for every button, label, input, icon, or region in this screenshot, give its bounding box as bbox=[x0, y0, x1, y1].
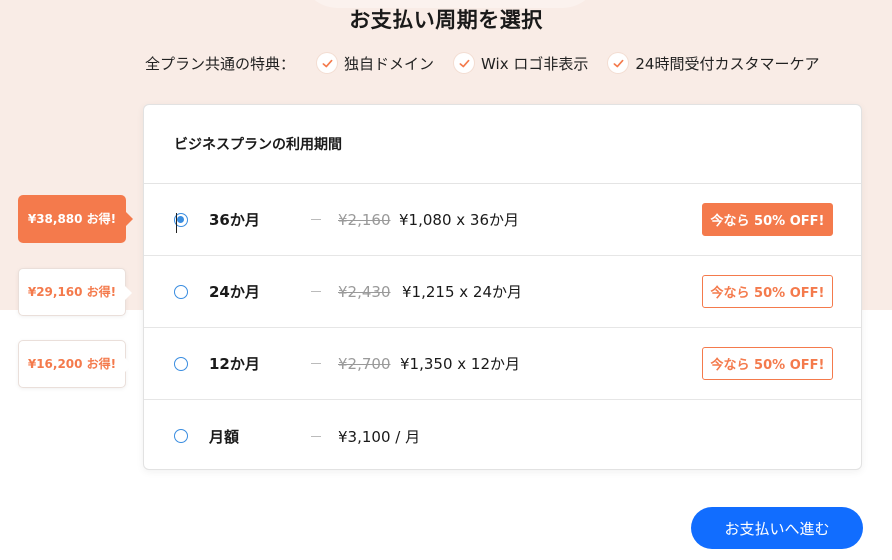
new-price: ¥1,350 x 12か月 bbox=[400, 355, 520, 373]
old-price: ¥2,700 bbox=[338, 354, 391, 373]
radio-24-months[interactable] bbox=[174, 284, 188, 299]
benefit-label: Wix ロゴ非表示 bbox=[481, 54, 589, 73]
discount-badge: 今なら 50% OFF! bbox=[702, 347, 833, 380]
card-title: ビジネスプランの利用期間 bbox=[144, 105, 861, 184]
benefit-custom-domain: 独自ドメイン bbox=[317, 53, 434, 74]
option-row-24-months[interactable]: 24か月 ¥2,430 ¥1,215 x 24か月 今なら 50% OFF! bbox=[144, 256, 861, 328]
benefit-label: 独自ドメイン bbox=[344, 54, 435, 73]
option-term: 月額 bbox=[209, 427, 240, 446]
page-title: お支払い周期を選択 bbox=[349, 8, 543, 32]
option-row-monthly[interactable]: 月額 ¥3,100 / 月 bbox=[144, 400, 861, 472]
proceed-to-payment-button[interactable]: お支払いへ進む bbox=[691, 507, 863, 549]
option-row-36-months[interactable]: 36か月 ¥2,160 ¥1,080 x 36か月 今なら 50% OFF! bbox=[144, 184, 861, 256]
old-price: ¥2,160 bbox=[338, 210, 391, 229]
new-price: ¥1,080 x 36か月 bbox=[399, 211, 519, 229]
benefit-customer-care: 24時間受付カスタマーケア bbox=[608, 53, 819, 74]
option-term: 24か月 bbox=[209, 283, 260, 301]
option-term: 36か月 bbox=[209, 211, 260, 229]
radio-monthly[interactable] bbox=[174, 429, 188, 443]
check-icon bbox=[608, 53, 629, 73]
benefits-label: 全プラン共通の特典： bbox=[145, 54, 296, 73]
discount-badge: 今なら 50% OFF! bbox=[702, 203, 833, 236]
discount-badge: 今なら 50% OFF! bbox=[702, 275, 833, 308]
savings-tag-12-months: ¥16,200 お得! bbox=[18, 340, 132, 388]
benefit-label: 24時間受付カスタマーケア bbox=[635, 54, 820, 73]
separator-dash bbox=[311, 363, 321, 364]
separator-dash bbox=[311, 291, 321, 292]
separator-dash bbox=[311, 219, 321, 220]
separator-dash bbox=[311, 435, 321, 437]
benefit-no-wix-logo: Wix ロゴ非表示 bbox=[454, 53, 588, 74]
savings-tag-24-months: ¥29,160 お得! bbox=[18, 268, 132, 316]
old-price: ¥2,430 bbox=[338, 282, 391, 301]
new-price: ¥1,215 x 24か月 bbox=[402, 283, 522, 301]
monthly-price: ¥3,100 / 月 bbox=[338, 427, 421, 446]
option-row-12-months[interactable]: 12か月 ¥2,700 ¥1,350 x 12か月 今なら 50% OFF! bbox=[144, 328, 861, 400]
option-term: 12か月 bbox=[209, 355, 260, 373]
check-icon bbox=[317, 53, 338, 73]
savings-tag-36-months: ¥38,880 お得! bbox=[18, 195, 133, 243]
billing-cycle-card: ビジネスプランの利用期間 36か月 ¥2,160 ¥1,080 x 36か月 今… bbox=[143, 104, 862, 470]
check-icon bbox=[454, 53, 475, 73]
radio-12-months[interactable] bbox=[174, 356, 188, 371]
text-cursor bbox=[176, 213, 177, 233]
benefits-bar: 全プラン共通の特典： 独自ドメイン Wix ロゴ非表示 24時間受付カスタマーケ… bbox=[145, 52, 839, 74]
